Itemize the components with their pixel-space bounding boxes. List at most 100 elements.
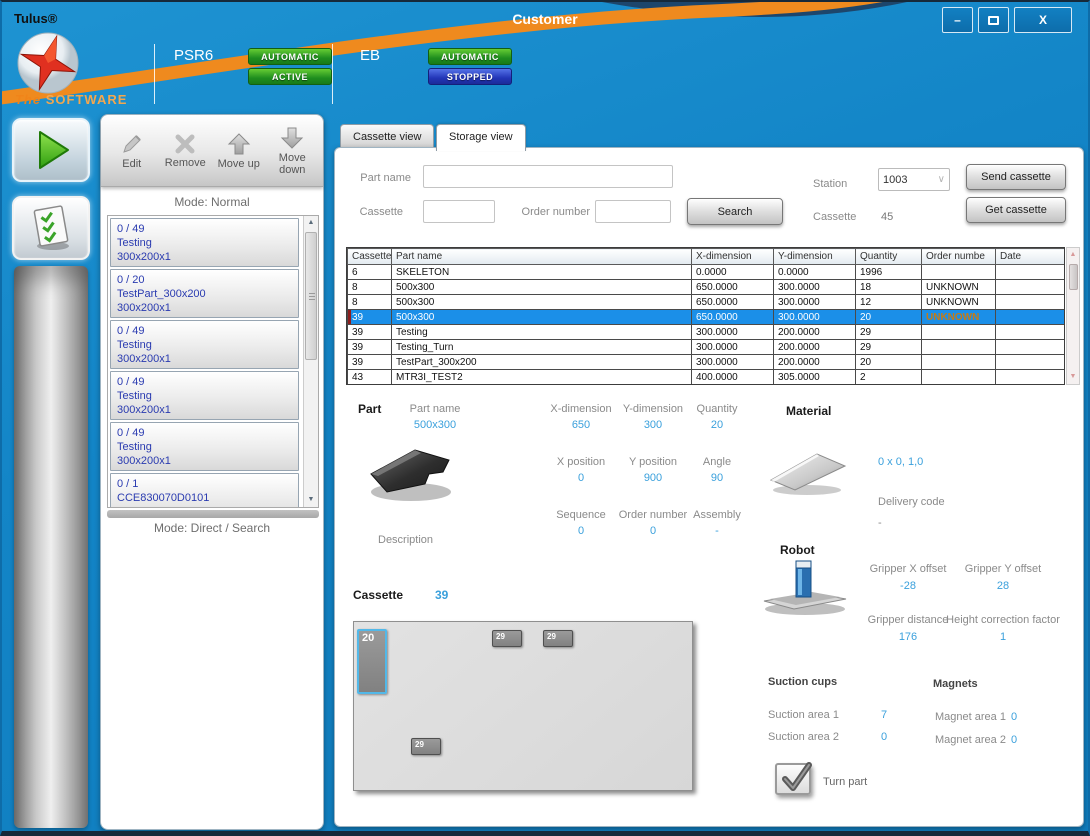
table-row[interactable]: 300.0000200.0000 <box>348 385 1066 386</box>
table-cell: 300.0000 <box>774 295 856 310</box>
get-cassette-button[interactable]: Get cassette <box>966 197 1066 223</box>
remove-button[interactable]: Remove <box>160 120 210 182</box>
turn-part-checkbox[interactable] <box>775 763 811 795</box>
scroll-up-icon[interactable]: ▲ <box>1067 249 1079 261</box>
table-row[interactable]: 8500x300650.0000300.000018UNKNOWN <box>348 280 1066 295</box>
table-cell: 400.0000 <box>692 370 774 385</box>
column-header[interactable]: Cassette <box>348 249 392 265</box>
cassette-slot[interactable]: 29 <box>492 630 522 647</box>
table-row[interactable]: 6SKELETON0.00000.00001996 <box>348 265 1066 280</box>
logo-star-icon <box>14 32 88 94</box>
table-cell <box>996 385 1066 386</box>
material-size-value: 0 x 0, 1,0 <box>878 456 923 468</box>
part-section-title: Part <box>358 402 381 416</box>
table-row[interactable]: 43MTR3I_TEST2400.0000305.00002 <box>348 370 1066 385</box>
table-row[interactable]: 8500x300650.0000300.000012UNKNOWN <box>348 295 1066 310</box>
maximize-button[interactable] <box>978 7 1009 33</box>
table-row[interactable]: 39TestPart_300x200300.0000200.000020 <box>348 355 1066 370</box>
app-header: Tulus® Customer – X The SOFTWARE <box>2 2 1088 117</box>
queue-item-name: Testing <box>117 440 292 454</box>
queue-item-size: 300x200x1 <box>117 454 292 468</box>
table-cell: 39 <box>348 340 392 355</box>
gripper-x-offset-label: Gripper X offset <box>858 563 958 575</box>
column-header[interactable]: Y-dimension <box>774 249 856 265</box>
queue-item[interactable]: 0 / 20TestPart_300x200300x200x1 <box>110 269 299 318</box>
table-scrollbar[interactable]: ▲ ▼ <box>1066 247 1080 385</box>
minimize-button[interactable]: – <box>942 7 973 33</box>
queue-scrollbar[interactable]: ▲ ▼ <box>303 216 318 507</box>
scroll-up-icon[interactable]: ▲ <box>304 216 318 230</box>
table-cell <box>922 370 996 385</box>
table-cell: 200.0000 <box>774 340 856 355</box>
close-icon: X <box>1039 13 1047 27</box>
queue-item-name: Testing <box>117 338 292 352</box>
station-label: Station <box>813 178 847 190</box>
column-header[interactable]: Date <box>996 249 1066 265</box>
table-row[interactable]: 39500x300650.0000300.000020UNKNOWN <box>348 310 1066 325</box>
move-up-button[interactable]: Move up <box>214 120 264 182</box>
table-row[interactable]: 39Testing_Turn300.0000200.000029 <box>348 340 1066 355</box>
pencil-icon <box>120 132 144 156</box>
move-down-button-label: Move down <box>267 152 317 176</box>
table-cell: TestPart_300x200 <box>392 355 692 370</box>
column-header[interactable]: Quantity <box>856 249 922 265</box>
cassette-slot[interactable]: 20 <box>357 629 387 694</box>
cassette-info-label: Cassette <box>813 211 856 223</box>
magnet-area-1-value: 0 <box>1011 711 1017 723</box>
column-header[interactable]: Order numbe <box>922 249 996 265</box>
move-up-button-label: Move up <box>218 158 260 170</box>
table-row[interactable]: 39Testing300.0000200.000029 <box>348 325 1066 340</box>
header-divider <box>332 44 333 104</box>
tab-storage-view[interactable]: Storage view <box>436 124 526 151</box>
gripper-y-offset-label: Gripper Y offset <box>948 563 1058 575</box>
column-header[interactable]: X-dimension <box>692 249 774 265</box>
part-name-input[interactable] <box>423 165 673 188</box>
queue-item[interactable]: 0 / 49Testing300x200x1 <box>110 320 299 369</box>
station-dropdown[interactable]: 1003 ∨ <box>878 168 950 191</box>
table-cell: 650.0000 <box>692 280 774 295</box>
queue-item[interactable]: 0 / 49Testing300x200x1 <box>110 422 299 471</box>
cassette-input[interactable] <box>423 200 495 223</box>
scrollbar-thumb[interactable] <box>305 232 317 360</box>
table-cell: 300.0000 <box>692 340 774 355</box>
tab-cassette-view[interactable]: Cassette view <box>340 124 434 149</box>
column-header[interactable]: Part name <box>392 249 692 265</box>
table-cell: 20 <box>856 355 922 370</box>
window-title-customer: Customer <box>2 11 1088 27</box>
suction-area-1-value: 7 <box>881 709 887 721</box>
scroll-down-icon[interactable]: ▼ <box>304 493 318 507</box>
cassette-slot[interactable]: 29 <box>543 630 573 647</box>
machine-eb-label: EB <box>360 47 380 64</box>
scrollbar-thumb[interactable] <box>1069 264 1078 290</box>
table-cell <box>922 340 996 355</box>
scroll-down-icon[interactable]: ▼ <box>1067 371 1079 383</box>
order-number-input[interactable] <box>595 200 671 223</box>
edit-button[interactable]: Edit <box>107 120 157 182</box>
table-cell <box>996 370 1066 385</box>
table-cell <box>922 325 996 340</box>
move-down-button[interactable]: Move down <box>267 120 317 182</box>
suction-area-1-label: Suction area 1 <box>768 709 839 721</box>
search-button[interactable]: Search <box>687 198 783 225</box>
cassette-slot[interactable]: 29 <box>411 738 441 755</box>
send-cassette-button[interactable]: Send cassette <box>966 164 1066 190</box>
tulus-logo <box>14 32 88 94</box>
queue-item-name: Testing <box>117 236 292 250</box>
queue-item[interactable]: 0 / 49Testing300x200x1 <box>110 371 299 420</box>
part-thumbnail-image <box>363 440 458 506</box>
queue-item-size: 300x200x1 <box>117 403 292 417</box>
queue-item-name: CCE830070D0101 <box>117 491 292 505</box>
arrow-down-icon <box>280 126 304 150</box>
table-cell: SKELETON <box>392 265 692 280</box>
queue-hscrollbar[interactable] <box>107 510 319 518</box>
table-cell: 200.0000 <box>774 385 856 386</box>
close-button[interactable]: X <box>1014 7 1072 33</box>
table-cell: 8 <box>348 280 392 295</box>
queue-item-count: 0 / 20 <box>117 273 292 287</box>
part-name-label: Part name <box>345 172 411 184</box>
queue-item[interactable]: 0 / 1CCE830070D0101 <box>110 473 299 508</box>
queue-item[interactable]: 0 / 49Testing300x200x1 <box>110 218 299 267</box>
material-sheet-image <box>765 446 850 498</box>
program-list-button[interactable] <box>12 196 90 260</box>
start-button[interactable] <box>12 118 90 182</box>
